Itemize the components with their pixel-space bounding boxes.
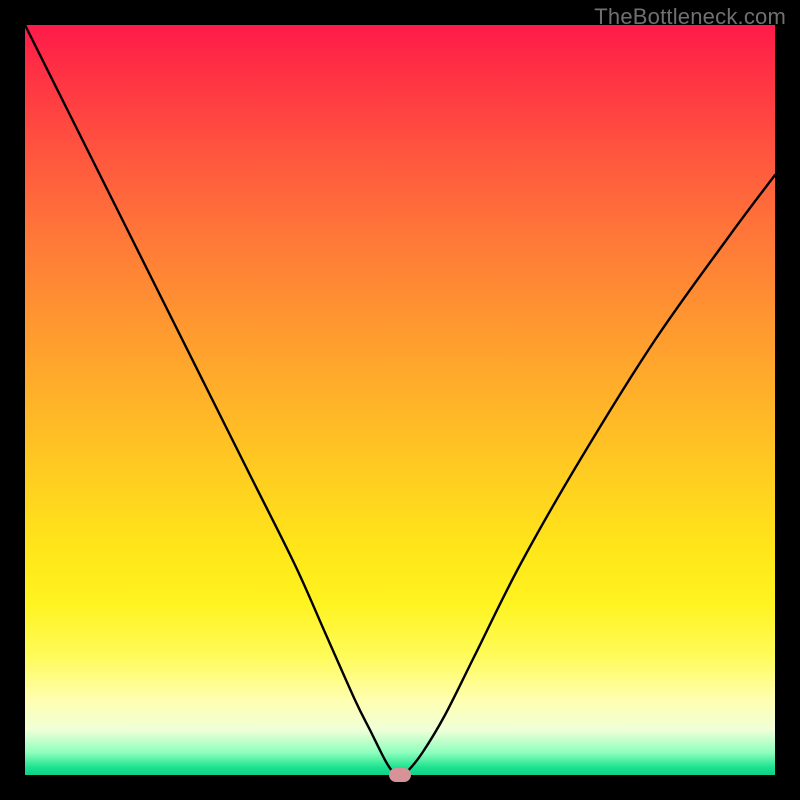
optimum-marker bbox=[389, 768, 411, 782]
watermark-text: TheBottleneck.com bbox=[594, 4, 786, 30]
chart-frame: TheBottleneck.com bbox=[0, 0, 800, 800]
bottleneck-curve bbox=[25, 25, 775, 775]
plot-area bbox=[25, 25, 775, 775]
